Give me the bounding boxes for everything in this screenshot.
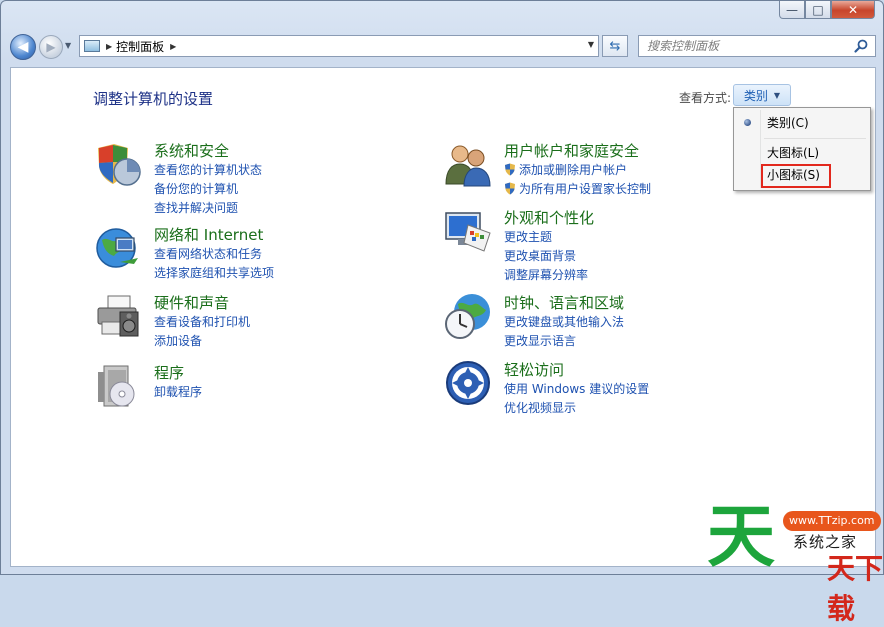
uac-shield-icon: [505, 163, 515, 176]
category-link[interactable]: 卸载程序: [154, 383, 202, 400]
address-bar[interactable]: ▶ 控制面板 ▶ ▼: [79, 35, 599, 57]
category-link[interactable]: 优化视频显示: [504, 399, 576, 416]
appearance-icon[interactable]: [444, 207, 492, 255]
category-title[interactable]: 系统和安全: [154, 140, 229, 161]
category-link-label: 为所有用户设置家长控制: [519, 182, 652, 196]
programs-icon[interactable]: [94, 362, 142, 410]
search-input[interactable]: [645, 38, 849, 54]
category-link-label: 添加或删除用户帐户: [519, 163, 628, 177]
hardware-sound-icon[interactable]: [94, 292, 142, 340]
watermark-red-text: 天下载: [827, 552, 884, 625]
user-accounts-icon[interactable]: [444, 140, 492, 188]
category-link[interactable]: 更改主题: [504, 228, 552, 245]
watermark-logo: 天 www.TTzip.com 系统之家 天下载: [701, 497, 884, 625]
breadcrumb-arrow-icon[interactable]: ▶: [106, 42, 112, 51]
category-title[interactable]: 硬件和声音: [154, 292, 229, 313]
ease-of-access-icon[interactable]: [444, 359, 492, 407]
minimize-button[interactable]: —: [779, 1, 805, 19]
category-link[interactable]: 为所有用户设置家长控制: [504, 180, 651, 197]
system-security-icon[interactable]: [94, 140, 142, 188]
watermark-big-char: 天: [707, 497, 776, 577]
view-by-value: 类别: [743, 88, 768, 103]
watermark-url: www.TTzip.com: [783, 511, 881, 531]
uac-shield-icon: [505, 182, 515, 195]
annotation-highlight-box: [761, 164, 831, 188]
category-title[interactable]: 轻松访问: [504, 359, 564, 380]
category-link[interactable]: 添加或删除用户帐户: [504, 161, 627, 178]
breadcrumb-arrow-icon[interactable]: ▶: [170, 42, 176, 51]
refresh-icon: ⇆: [609, 38, 621, 54]
caption-buttons: — □ ✕: [779, 1, 875, 19]
refresh-button[interactable]: ⇆: [602, 35, 628, 57]
page-title: 调整计算机的设置: [93, 90, 214, 108]
menu-item-large-icons[interactable]: 大图标(L): [736, 142, 868, 164]
category-link[interactable]: 查看设备和打印机: [154, 313, 250, 330]
menu-item-label: 大图标(L): [767, 146, 820, 160]
view-by-label: 查看方式:: [679, 91, 732, 105]
menu-item-label: 类别(C): [767, 116, 809, 130]
search-icon[interactable]: [853, 38, 869, 54]
category-title[interactable]: 用户帐户和家庭安全: [504, 140, 639, 161]
category-link[interactable]: 更改键盘或其他输入法: [504, 313, 624, 330]
radio-bullet-icon: [744, 119, 751, 126]
category-link[interactable]: 使用 Windows 建议的设置: [504, 380, 649, 397]
control-panel-small-icon: [84, 40, 100, 52]
category-link[interactable]: 添加设备: [154, 332, 202, 349]
forward-button[interactable]: ▶: [39, 35, 63, 59]
category-title[interactable]: 网络和 Internet: [154, 224, 263, 245]
network-internet-icon[interactable]: [94, 224, 142, 272]
back-button[interactable]: ◀: [10, 34, 36, 60]
menu-item-category[interactable]: 类别(C): [736, 112, 868, 134]
category-title[interactable]: 外观和个性化: [504, 207, 594, 228]
clock-region-icon[interactable]: [444, 292, 492, 340]
search-box[interactable]: [638, 35, 876, 57]
category-title[interactable]: 时钟、语言和区域: [504, 292, 624, 313]
category-link[interactable]: 查看网络状态和任务: [154, 245, 262, 262]
recent-pages-dropdown-icon[interactable]: ▼: [65, 41, 71, 50]
category-link[interactable]: 查找并解决问题: [154, 199, 238, 216]
breadcrumb-control-panel[interactable]: 控制面板: [116, 38, 164, 55]
category-link[interactable]: 调整屏幕分辨率: [504, 266, 588, 283]
category-title[interactable]: 程序: [154, 362, 184, 383]
control-panel-window: — □ ✕ ◀ ▶ ▼ ▶ 控制面板 ▶ ▼ ⇆ 调整计算机的设置 查看方式: …: [0, 0, 884, 625]
view-by-dropdown[interactable]: 类别 ▼: [733, 84, 791, 106]
category-link[interactable]: 更改桌面背景: [504, 247, 576, 264]
address-dropdown-icon[interactable]: ▼: [588, 40, 594, 49]
category-link[interactable]: 更改显示语言: [504, 332, 576, 349]
category-link[interactable]: 备份您的计算机: [154, 180, 238, 197]
close-button[interactable]: ✕: [831, 1, 875, 19]
chevron-down-icon: ▼: [773, 90, 781, 100]
category-link[interactable]: 选择家庭组和共享选项: [154, 264, 274, 281]
maximize-button[interactable]: □: [805, 1, 831, 19]
category-link[interactable]: 查看您的计算机状态: [154, 161, 262, 178]
menu-separator: [764, 138, 866, 139]
